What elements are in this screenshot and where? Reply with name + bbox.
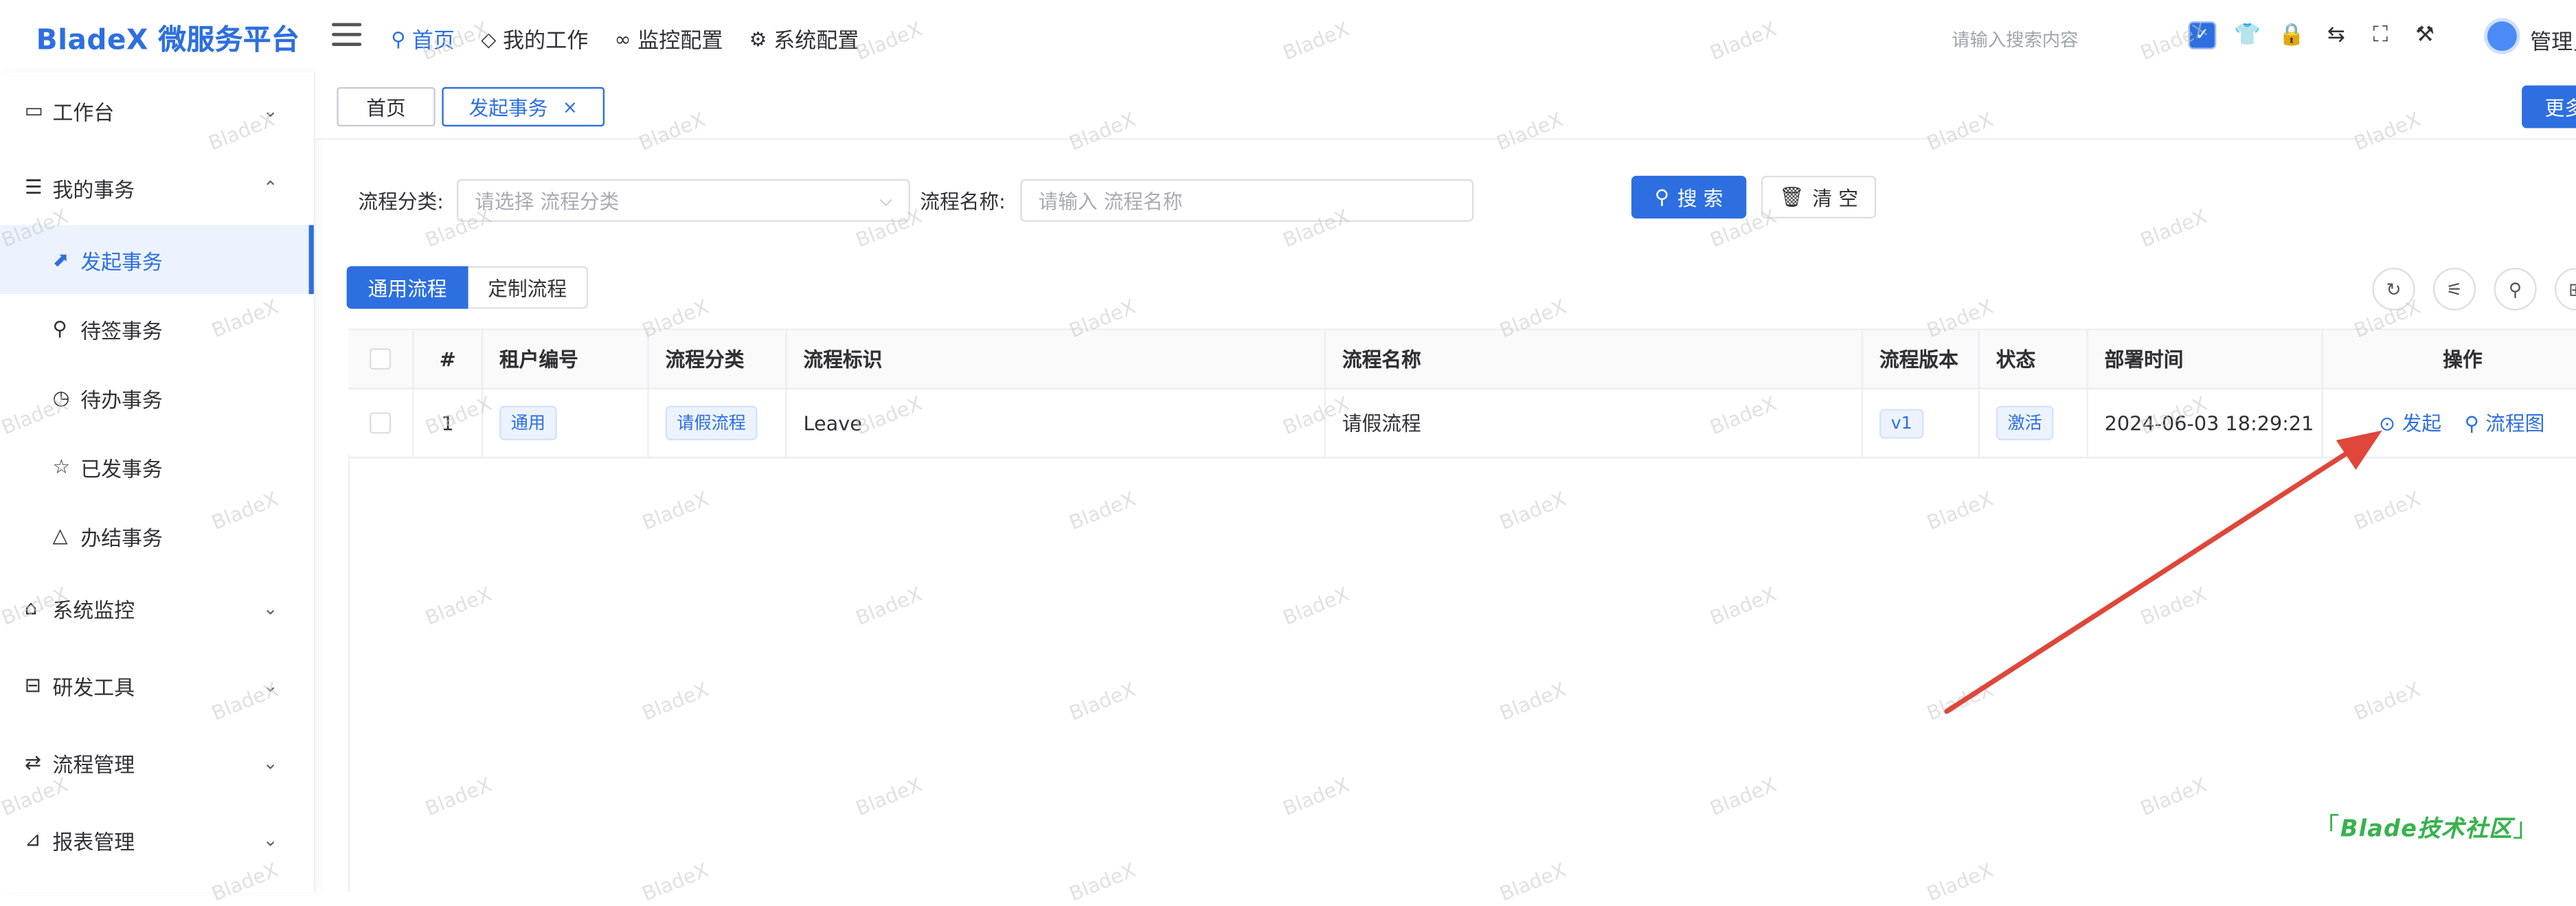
community-watermark: 「Blade技术社区」 xyxy=(2313,811,2540,843)
arrow-head xyxy=(2336,430,2382,470)
app-root: BladeX 微服务平台 ⚲ 首页 ◇ 我的工作 ∞ 监控配置 ⚙ 系统配置 请… xyxy=(0,0,2576,906)
annotation-arrow xyxy=(1944,430,2382,714)
arrow-shaft xyxy=(1944,442,2362,714)
community-label: Blade技术社区 xyxy=(2340,816,2513,843)
